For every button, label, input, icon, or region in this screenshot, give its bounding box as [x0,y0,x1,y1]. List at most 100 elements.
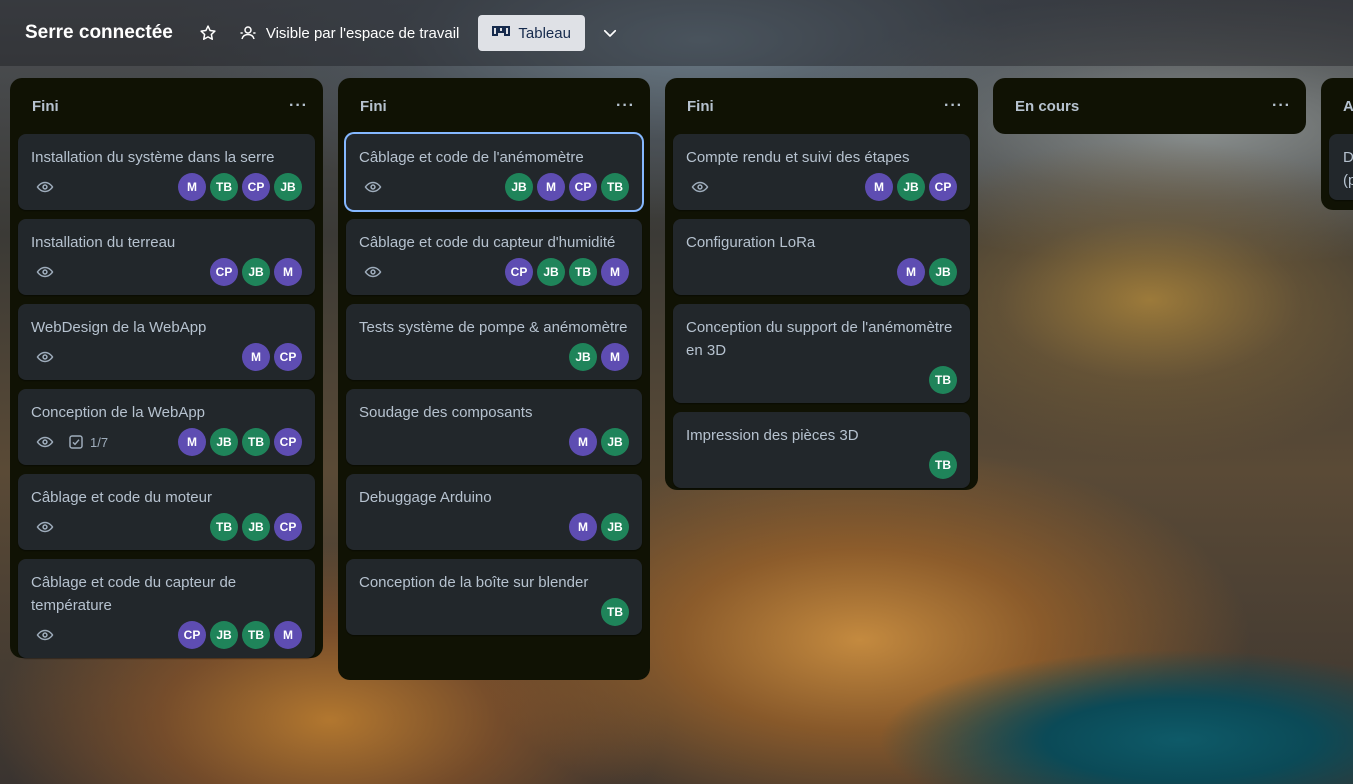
member-avatar[interactable]: CP [505,258,533,286]
member-avatar[interactable]: TB [929,451,957,479]
star-icon[interactable] [197,22,219,44]
list-menu-icon[interactable]: ··· [944,97,963,115]
card-members: CP JB M [206,258,302,286]
board-view-button[interactable]: Tableau [478,15,585,51]
member-avatar[interactable]: CP [178,621,206,649]
member-avatar[interactable]: CP [274,343,302,371]
list-column: En cours ··· [993,78,1306,134]
list-column: Fini ··· Câblage et code de l'anémomètre… [338,78,650,680]
eye-icon [36,263,54,281]
card-title: Conception du support de l'anémomètre en… [686,319,953,359]
card-list: Câblage et code de l'anémomètre JB M CP TB Câ… [338,134,650,635]
member-avatar[interactable]: M [897,258,925,286]
member-avatar[interactable]: M [601,343,629,371]
member-avatar[interactable]: JB [505,173,533,201]
member-avatar[interactable]: TB [601,598,629,626]
card-footer: TB [686,365,957,395]
task-card[interactable]: Installation du système dans la serre M TB… [18,134,315,210]
member-avatar[interactable]: JB [929,258,957,286]
member-avatar[interactable]: JB [569,343,597,371]
card-footer: TB [359,597,629,627]
member-avatar[interactable]: M [537,173,565,201]
card-footer: M TB CP JB [31,172,302,202]
task-card[interactable]: Tests système de pompe & anémomètre JB M [346,304,642,380]
member-avatar[interactable]: M [178,428,206,456]
card-title: Debuggage Arduino [359,489,492,506]
board-title[interactable]: Serre connectée [25,22,173,44]
task-card[interactable]: Câblage et code du moteur TB JB CP [18,474,315,550]
card-list: Compte rendu et suivi des étapes M JB CP Con… [665,134,978,488]
visibility-label: Visible par l'espace de travail [265,24,460,42]
member-avatar[interactable]: CP [274,513,302,541]
task-card[interactable]: WebDesign de la WebApp M CP [18,304,315,380]
member-avatar[interactable]: TB [210,513,238,541]
card-title: Tests système de pompe & anémomètre [359,319,628,336]
card-title: Soudage des composants [359,404,533,421]
task-card[interactable]: Conception de la WebApp 1/7 M JB TB CP [18,389,315,465]
task-card[interactable]: D (p [1329,134,1353,200]
list-menu-icon[interactable]: ··· [616,97,635,115]
list-header: Fini ··· [338,78,650,134]
task-card[interactable]: Debuggage Arduino M JB [346,474,642,550]
card-badges [359,178,382,196]
member-avatar[interactable]: M [274,258,302,286]
member-avatar[interactable]: CP [242,173,270,201]
card-title: Configuration LoRa [686,234,816,251]
card-footer: JB M CP TB [359,172,629,202]
member-avatar[interactable]: JB [537,258,565,286]
list-title[interactable]: Fini [360,98,387,115]
member-avatar[interactable]: CP [569,173,597,201]
list-title[interactable]: En cours [1015,98,1079,115]
list-title[interactable]: Fini [687,98,714,115]
task-card[interactable]: Configuration LoRa M JB [673,219,970,295]
member-avatar[interactable]: CP [929,173,957,201]
member-avatar[interactable]: JB [601,428,629,456]
list-title[interactable]: A [1343,98,1353,115]
member-avatar[interactable]: M [601,258,629,286]
card-badges [31,626,54,644]
member-avatar[interactable]: M [569,513,597,541]
member-avatar[interactable]: M [274,621,302,649]
member-avatar[interactable]: TB [601,173,629,201]
member-avatar[interactable]: M [569,428,597,456]
task-card[interactable]: Soudage des composants M JB [346,389,642,465]
member-avatar[interactable]: JB [210,621,238,649]
task-card[interactable]: Compte rendu et suivi des étapes M JB CP [673,134,970,210]
list-title[interactable]: Fini [32,98,59,115]
member-avatar[interactable]: M [242,343,270,371]
task-card[interactable]: Câblage et code du capteur d'humidité CP J… [346,219,642,295]
card-footer: M JB CP [686,172,957,202]
task-card[interactable]: Conception de la boîte sur blender TB [346,559,642,635]
task-card[interactable]: Câblage et code du capteur de températur… [18,559,315,658]
task-card[interactable]: Conception du support de l'anémomètre en… [673,304,970,403]
member-avatar[interactable]: JB [274,173,302,201]
list-menu-icon[interactable]: ··· [289,97,308,115]
visibility-button[interactable]: Visible par l'espace de travail [239,24,460,42]
member-avatar[interactable]: CP [210,258,238,286]
member-avatar[interactable]: JB [210,428,238,456]
card-badges [31,178,54,196]
eye-icon [36,178,54,196]
member-avatar[interactable]: TB [929,366,957,394]
chevron-down-icon[interactable] [599,22,621,44]
member-avatar[interactable]: JB [601,513,629,541]
member-avatar[interactable]: JB [242,258,270,286]
member-avatar[interactable]: TB [242,621,270,649]
member-avatar[interactable]: JB [242,513,270,541]
card-footer: CP JB M [31,257,302,287]
member-avatar[interactable]: TB [210,173,238,201]
member-avatar[interactable]: TB [569,258,597,286]
card-members: M JB [565,513,629,541]
task-card[interactable]: Câblage et code de l'anémomètre JB M CP TB [346,134,642,210]
member-avatar[interactable]: M [865,173,893,201]
card-title: Câblage et code du capteur d'humidité [359,234,616,251]
member-avatar[interactable]: M [178,173,206,201]
member-avatar[interactable]: CP [274,428,302,456]
task-card[interactable]: Installation du terreau CP JB M [18,219,315,295]
member-avatar[interactable]: TB [242,428,270,456]
card-title: Conception de la WebApp [31,404,206,421]
task-card[interactable]: Impression des pièces 3D TB [673,412,970,488]
member-avatar[interactable]: JB [897,173,925,201]
card-footer: M JB [359,427,629,457]
list-menu-icon[interactable]: ··· [1272,97,1291,115]
